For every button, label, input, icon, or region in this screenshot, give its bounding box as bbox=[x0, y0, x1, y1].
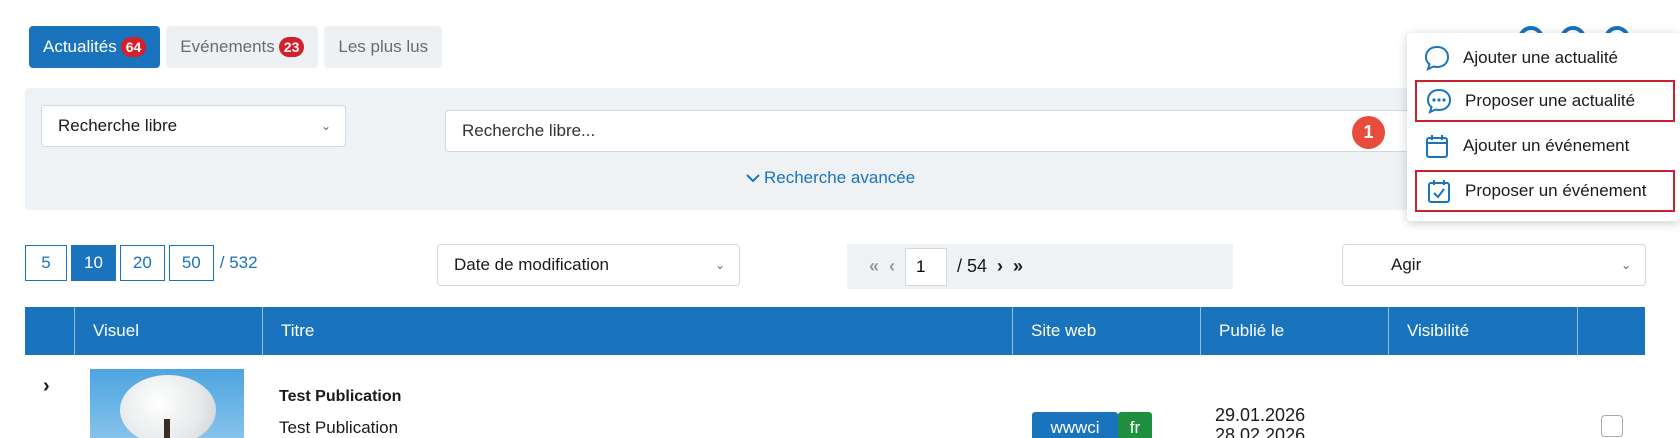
sort-select[interactable]: Date de modification ⌄ bbox=[437, 244, 740, 286]
chevron-down-icon: ⌄ bbox=[1620, 258, 1631, 272]
add-content-menu: Ajouter une actualité Proposer une actua… bbox=[1407, 33, 1680, 221]
page-size-50[interactable]: 50 bbox=[168, 245, 214, 281]
row-title[interactable]: Test Publication bbox=[279, 388, 401, 406]
previous-page-icon[interactable]: ‹ bbox=[889, 256, 895, 277]
chevron-down-icon bbox=[746, 174, 760, 183]
annotation-badge: 1 bbox=[1352, 116, 1385, 149]
menu-item-add-event[interactable]: Ajouter un événement bbox=[1415, 125, 1675, 167]
chat-bubble-icon bbox=[1424, 45, 1450, 71]
menu-item-label: Ajouter une actualité bbox=[1463, 48, 1618, 67]
next-page-icon[interactable]: › bbox=[997, 256, 1003, 277]
menu-item-propose-news[interactable]: Proposer une actualité bbox=[1415, 80, 1675, 122]
column-header-visibilite[interactable]: Visibilité bbox=[1389, 307, 1578, 355]
page-number-input[interactable] bbox=[905, 247, 948, 286]
publish-dates: 29.01.2026 28.02.2026 bbox=[1215, 405, 1305, 438]
action-select[interactable]: Agir ⌄ bbox=[1342, 244, 1646, 286]
chevron-down-icon: ⌄ bbox=[714, 258, 725, 272]
action-value: Agir bbox=[1391, 255, 1422, 274]
tab-evenements[interactable]: Evénements 23 bbox=[166, 26, 319, 68]
menu-item-label: Ajouter un événement bbox=[1463, 136, 1630, 155]
page-size-selector: 5 10 20 50 / 532 bbox=[25, 245, 258, 281]
pagination: « ‹ / 54 › » bbox=[847, 244, 1233, 289]
advanced-search-link[interactable]: Recherche avancée bbox=[746, 168, 915, 188]
site-tag: wwwci bbox=[1032, 412, 1118, 438]
tab-label: Les plus lus bbox=[338, 37, 429, 56]
language-tag: fr bbox=[1118, 412, 1152, 438]
table-header: Visuel Titre Site web Publié le Visibili… bbox=[25, 307, 1645, 355]
page-size-10[interactable]: 10 bbox=[71, 245, 116, 281]
chat-dots-icon bbox=[1426, 88, 1452, 114]
first-page-icon[interactable]: « bbox=[869, 256, 879, 277]
visual-thumbnail bbox=[90, 369, 244, 438]
menu-item-label: Proposer une actualité bbox=[1465, 91, 1636, 110]
expand-column-header bbox=[25, 307, 75, 355]
tab-label: Evénements bbox=[180, 37, 275, 56]
menu-item-propose-event[interactable]: Proposer un événement bbox=[1415, 170, 1675, 212]
search-type-select[interactable]: Recherche libre ⌄ bbox=[41, 105, 346, 147]
published-date: 29.01.2026 bbox=[1215, 405, 1306, 425]
page-size-20[interactable]: 20 bbox=[119, 245, 165, 281]
column-header-site-web[interactable]: Site web bbox=[1013, 307, 1201, 355]
advanced-search-label: Recherche avancée bbox=[764, 168, 916, 187]
sort-value: Date de modification bbox=[454, 255, 609, 274]
column-header-titre[interactable]: Titre bbox=[263, 307, 1013, 355]
total-count: / 532 bbox=[219, 253, 258, 272]
last-page-icon[interactable]: » bbox=[1013, 256, 1023, 277]
select-column-header bbox=[1578, 307, 1645, 355]
calendar-check-icon bbox=[1428, 180, 1450, 203]
expand-row-icon[interactable]: › bbox=[43, 375, 50, 398]
column-header-publie-le[interactable]: Publié le bbox=[1201, 307, 1389, 355]
tab-les-plus-lus[interactable]: Les plus lus bbox=[324, 26, 443, 68]
tab-actualites[interactable]: Actualités 64 bbox=[29, 26, 161, 68]
tab-bar: Actualités 64 Evénements 23 Les plus lus bbox=[29, 26, 443, 68]
menu-item-add-news[interactable]: Ajouter une actualité bbox=[1415, 37, 1675, 79]
calendar-icon bbox=[1426, 135, 1448, 158]
page-size-5[interactable]: 5 bbox=[25, 245, 67, 281]
chevron-down-icon: ⌄ bbox=[320, 119, 331, 133]
tree-trunk-image bbox=[164, 419, 170, 438]
search-input[interactable] bbox=[445, 110, 1445, 152]
count-badge: 23 bbox=[278, 37, 305, 57]
table-row: › Test Publication Test Publication wwwc… bbox=[25, 355, 1645, 438]
row-subtitle: Test Publication bbox=[279, 418, 399, 437]
total-pages: / 54 bbox=[957, 256, 988, 276]
row-checkbox[interactable] bbox=[1601, 415, 1623, 437]
tab-label: Actualités bbox=[43, 37, 117, 56]
count-badge: 64 bbox=[120, 37, 147, 57]
menu-item-label: Proposer un événement bbox=[1465, 181, 1647, 200]
column-header-visuel[interactable]: Visuel bbox=[75, 307, 263, 355]
until-date: 28.02.2026 bbox=[1215, 425, 1306, 438]
search-type-value: Recherche libre bbox=[58, 116, 178, 135]
